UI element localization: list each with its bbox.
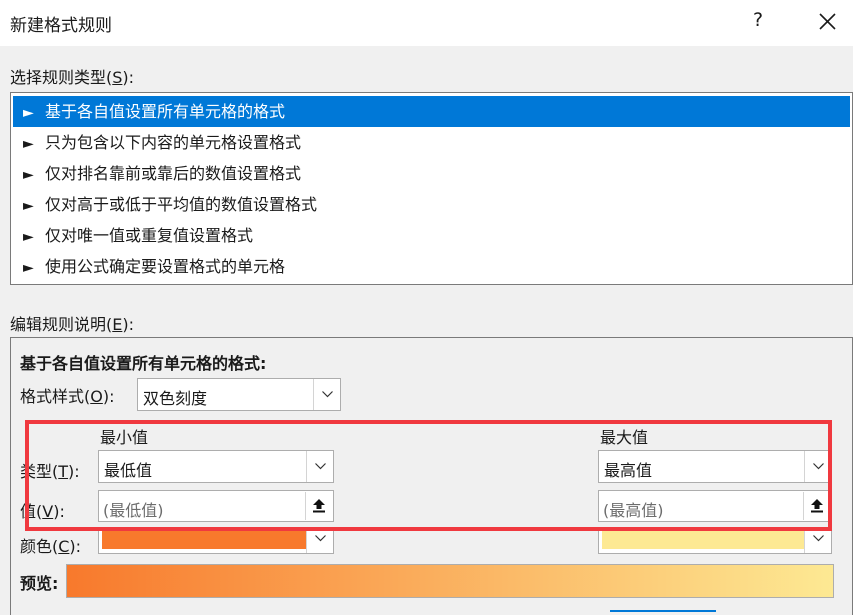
close-button[interactable] <box>812 6 842 36</box>
dialog-title: 新建格式规则 <box>10 16 112 36</box>
preview-gradient <box>66 564 834 598</box>
ok-button-edge[interactable] <box>610 610 716 615</box>
bullet-icon: ► <box>23 229 34 245</box>
rule-desc-label: 编辑规则说明(E): <box>10 315 134 334</box>
chevron-down-icon[interactable] <box>804 529 831 553</box>
bullet-icon: ► <box>23 198 34 214</box>
highlight-box <box>25 420 832 531</box>
title-bar <box>0 0 853 46</box>
chevron-down-icon[interactable] <box>306 529 333 553</box>
max-color-swatch <box>602 529 804 549</box>
max-color-picker[interactable] <box>598 528 832 554</box>
rule-item-contains[interactable]: ► 只为包含以下内容的单元格设置格式 <box>13 127 850 158</box>
close-icon <box>819 13 836 30</box>
rule-desc-heading: 基于各自值设置所有单元格的格式: <box>20 354 267 373</box>
min-color-swatch <box>102 529 306 549</box>
help-button[interactable]: ? <box>748 9 768 31</box>
format-style-label: 格式样式(O): <box>20 387 115 406</box>
color-label: 颜色(C): <box>20 537 82 556</box>
bullet-icon: ► <box>23 136 34 152</box>
rule-type-label: 选择规则类型(S): <box>10 68 135 87</box>
bullet-icon: ► <box>23 167 34 183</box>
chevron-down-icon[interactable] <box>313 379 340 410</box>
bullet-icon: ► <box>23 260 34 276</box>
rule-type-list[interactable]: ► 基于各自值设置所有单元格的格式 ► 只为包含以下内容的单元格设置格式 ► 仅对排名… <box>10 92 853 285</box>
min-color-picker[interactable] <box>98 528 334 554</box>
rule-item-unique-duplicate[interactable]: ► 仅对唯一值或重复值设置格式 <box>13 220 850 251</box>
format-style-select[interactable]: 双色刻度 <box>137 378 341 411</box>
rule-item-above-below-average[interactable]: ► 仅对高于或低于平均值的数值设置格式 <box>13 189 850 220</box>
rule-item-top-bottom[interactable]: ► 仅对排名靠前或靠后的数值设置格式 <box>13 158 850 189</box>
rule-item-each-value[interactable]: ► 基于各自值设置所有单元格的格式 <box>13 96 850 127</box>
preview-label: 预览: <box>20 574 59 593</box>
bullet-icon: ► <box>23 105 34 121</box>
rule-item-formula[interactable]: ► 使用公式确定要设置格式的单元格 <box>13 251 850 282</box>
